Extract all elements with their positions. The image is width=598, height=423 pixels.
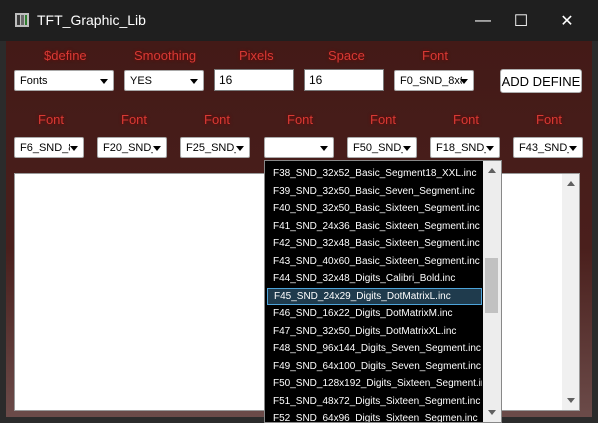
dropdown-item[interactable]: F52_SND_64x96_Digits_Sixteen_Segmen.inc [267,410,482,422]
dropdown-scrollbar[interactable] [483,161,501,422]
dropdown-item[interactable]: F39_SND_32x50_Basic_Seven_Segment.inc [267,183,482,200]
chevron-down-icon [70,146,78,151]
dropdown-item[interactable]: F47_SND_32x50_Digits_DotMatrixXL.inc [267,323,482,340]
chevron-down-icon [320,146,328,151]
scroll-thumb[interactable] [485,258,498,313]
font-label-2: Font [121,112,148,127]
scroll-down-icon[interactable] [567,398,575,403]
label-space: Space [328,48,365,63]
define-combo[interactable]: Fonts [14,70,114,91]
font-combo-2[interactable]: F20_SND_1 [97,137,167,158]
space-input[interactable]: 16 [304,69,384,91]
dropdown-item[interactable]: F45_SND_24x29_Digits_DotMatrixL.inc [267,287,482,305]
dropdown-item[interactable]: F41_SND_24x36_Basic_Sixteen_Segment.inc [267,218,482,235]
font-label-1: Font [38,112,65,127]
chevron-down-icon [403,146,411,151]
chevron-down-icon [569,146,577,151]
dropdown-item[interactable]: F50_SND_128x192_Digits_Sixteen_Segment.i… [267,375,482,392]
dropdown-item[interactable]: F40_SND_32x50_Basic_Sixteen_Segment.inc [267,200,482,217]
font-combo-5[interactable]: F50_SND_1 [347,137,417,158]
label-define: $define [44,48,87,63]
chevron-down-icon [190,79,198,84]
font-label-6: Font [453,112,480,127]
dropdown-item[interactable]: F49_SND_64x100_Digits_Seven_Segment.inc [267,358,482,375]
maximize-button[interactable]: ☐ [498,0,544,41]
font-combo-4[interactable] [264,137,334,158]
chevron-down-icon [236,146,244,151]
title-bar: TFT_Graphic_Lib — ☐ ✕ [0,0,598,41]
scroll-up-icon[interactable] [567,181,575,186]
font-label-7: Font [536,112,563,127]
app-icon [15,13,29,27]
chevron-down-icon [486,146,494,151]
smoothing-combo[interactable]: YES [124,70,204,91]
dropdown-item[interactable]: F38_SND_32x52_Basic_Segment18_XXL.inc [267,165,482,182]
memo-scrollbar[interactable] [562,174,579,410]
chevron-down-icon [460,79,468,84]
dropdown-item[interactable]: F44_SND_32x48_Digits_Calibri_Bold.inc [267,270,482,287]
close-button[interactable]: ✕ [544,0,590,41]
font-dropdown-list[interactable]: F38_SND_32x52_Basic_Segment18_XXL.inc F39… [264,160,502,423]
font-label-3: Font [204,112,231,127]
label-pixels: Pixels [239,48,274,63]
chevron-down-icon [100,79,108,84]
add-define-button[interactable]: ADD DEFINE [500,69,582,93]
dropdown-item[interactable]: F46_SND_16x22_Digits_DotMatrixM.inc [267,305,482,322]
pixels-input[interactable]: 16 [214,69,294,91]
dropdown-item[interactable]: F43_SND_40x60_Basic_Sixteen_Segment.inc [267,253,482,270]
font-combo[interactable]: F0_SND_8x8_ [394,70,474,91]
font-combo-1[interactable]: F6_SND_8x [14,137,84,158]
scroll-down-icon[interactable] [488,410,496,415]
label-smoothing: Smoothing [134,48,197,63]
scroll-up-icon[interactable] [488,168,496,173]
close-icon: ✕ [560,12,574,30]
maximize-icon: ☐ [513,12,529,30]
window-title: TFT_Graphic_Lib [37,12,146,28]
dropdown-item[interactable]: F51_SND_48x72_Digits_Sixteen_Segment.inc [267,393,482,410]
font-combo-7[interactable]: F43_SND_4 [513,137,583,158]
font-label-4: Font [287,112,314,127]
font-combo-3[interactable]: F25_SND_1 [180,137,250,158]
font-label-5: Font [370,112,397,127]
dropdown-item[interactable]: F48_SND_96x144_Digits_Seven_Segment.inc [267,340,482,357]
dropdown-item[interactable]: F42_SND_32x48_Basic_Sixteen_Segment.inc [267,235,482,252]
font-combo-6[interactable]: F18_SND_1 [430,137,500,158]
chevron-down-icon [153,146,161,151]
label-font: Font [422,48,449,63]
minimize-icon: — [475,11,491,29]
